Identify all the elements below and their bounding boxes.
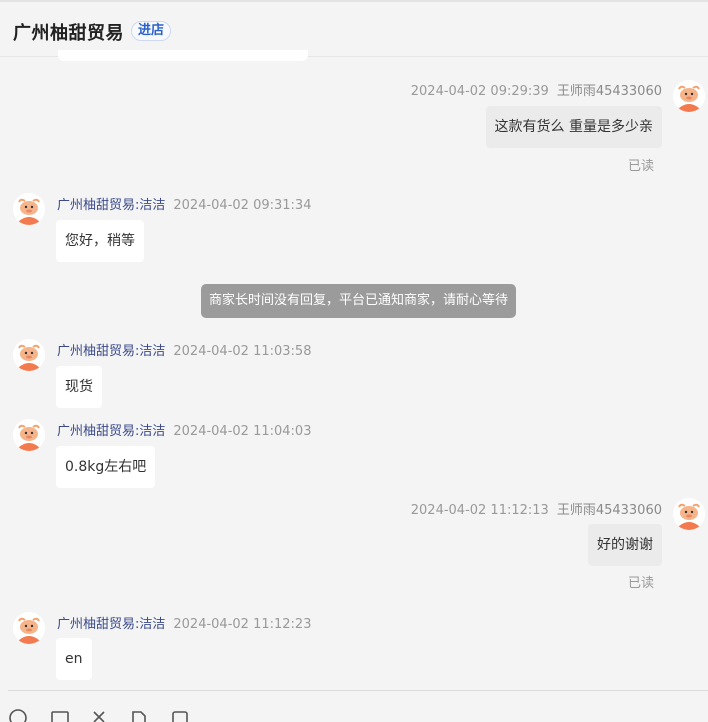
input-divider [8, 690, 708, 691]
merchant-avatar[interactable] [13, 193, 45, 225]
emoji-icon[interactable] [8, 708, 28, 722]
message-sender: 广州柚甜贸易:洁洁 [57, 344, 166, 359]
message-time: 2024-04-02 09:29:39 [410, 84, 549, 99]
user-avatar[interactable] [673, 80, 705, 112]
message-meta: 2024-04-02 11:12:13 王师雨45433060 [411, 499, 662, 518]
merchant-avatar[interactable] [13, 339, 45, 371]
message-meta: 广州柚甜贸易:洁洁 2024-04-02 11:04:03 [57, 420, 311, 439]
message-time: 2024-04-02 11:03:58 [173, 344, 312, 359]
message-meta: 广州柚甜贸易:洁洁 2024-04-02 11:03:58 [57, 340, 311, 359]
message-bubble: 现货 [56, 366, 102, 408]
message-sender: 广州柚甜贸易:洁洁 [57, 198, 166, 213]
message-bubble: 好的谢谢 [588, 524, 662, 566]
file-icon[interactable] [129, 708, 149, 722]
message-sender: 广州柚甜贸易:洁洁 [57, 424, 166, 439]
message-bubble: en [56, 638, 92, 680]
message-bubble: 这款有货么 重量是多少亲 [485, 106, 662, 148]
system-notice: 商家长时间没有回复，平台已通知商家，请耐心等待 [201, 284, 517, 318]
order-icon[interactable] [170, 708, 190, 722]
merchant-avatar[interactable] [13, 612, 45, 644]
message-time: 2024-04-02 11:12:13 [410, 503, 549, 518]
previous-message-bubble [58, 50, 308, 61]
read-status: 已读 [627, 576, 654, 591]
message-sender: 王师雨45433060 [556, 503, 662, 518]
message-time: 2024-04-02 11:04:03 [173, 424, 312, 439]
user-avatar[interactable] [673, 498, 705, 530]
message-sender: 王师雨45433060 [556, 84, 662, 99]
image-icon[interactable] [50, 708, 70, 722]
message-bubble: 您好，稍等 [56, 220, 144, 262]
read-status: 已读 [627, 159, 654, 174]
merchant-avatar[interactable] [13, 419, 45, 451]
message-meta: 广州柚甜贸易:洁洁 2024-04-02 09:31:34 [57, 194, 311, 213]
shop-name: 广州柚甜贸易 [13, 23, 124, 44]
message-bubble: 0.8kg左右吧 [56, 446, 156, 488]
message-time: 2024-04-02 11:12:23 [173, 617, 312, 632]
message-time: 2024-04-02 09:31:34 [173, 198, 312, 213]
message-sender: 广州柚甜贸易:洁洁 [57, 617, 166, 632]
scissors-icon[interactable] [89, 708, 109, 722]
message-meta: 2024-04-02 09:29:39 王师雨45433060 [411, 80, 662, 99]
chat-header: 广州柚甜贸易 进店 [0, 0, 708, 57]
enter-shop-button[interactable]: 进店 [131, 21, 172, 41]
message-meta: 广州柚甜贸易:洁洁 2024-04-02 11:12:23 [57, 613, 311, 632]
